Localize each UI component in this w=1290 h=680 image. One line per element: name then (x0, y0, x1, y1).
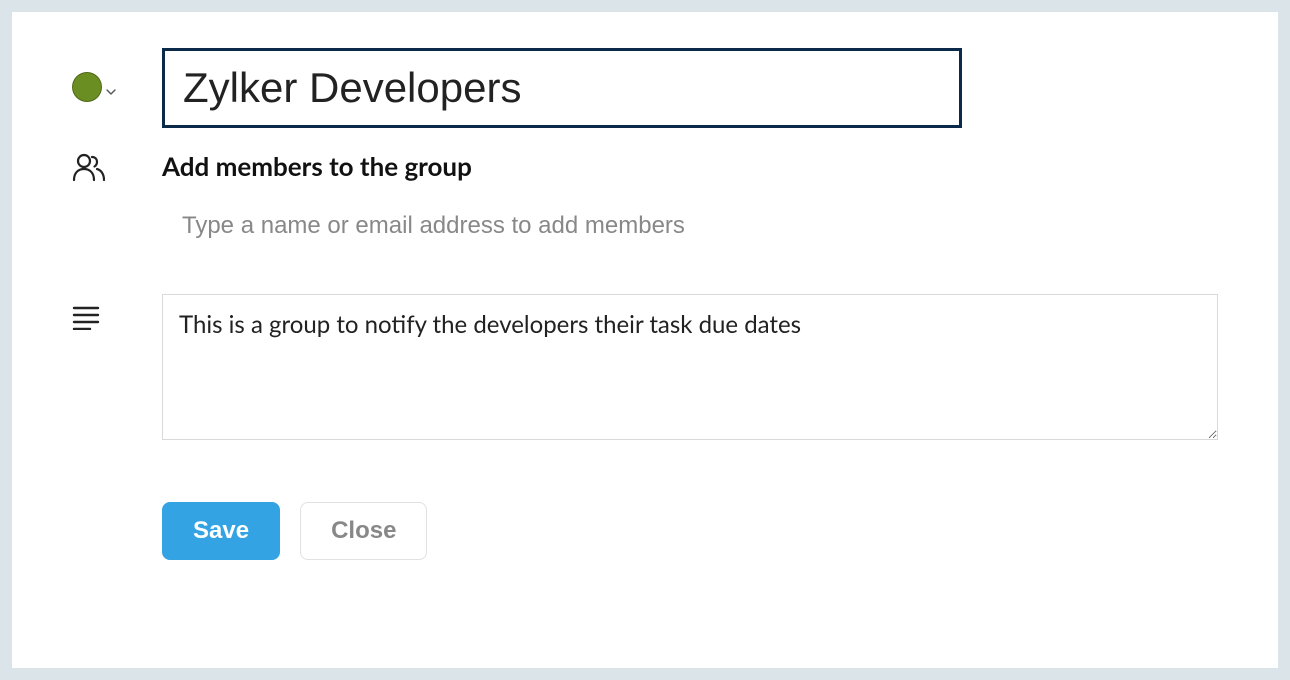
add-members-input[interactable] (162, 208, 1218, 244)
members-cell: Add members to the group (162, 150, 1218, 244)
group-name-input[interactable] (162, 48, 962, 128)
group-description-input[interactable] (162, 294, 1218, 440)
close-button[interactable]: Close (300, 502, 427, 560)
actions-row: Save Close (162, 502, 1218, 560)
title-row (72, 48, 1218, 128)
title-cell (162, 48, 1218, 128)
color-picker-cell (72, 48, 162, 102)
members-icon-cell (72, 150, 162, 186)
save-button[interactable]: Save (162, 502, 280, 560)
group-color-picker[interactable] (72, 72, 116, 102)
people-icon (72, 152, 106, 186)
members-heading: Add members to the group (162, 150, 1218, 182)
description-cell (162, 294, 1218, 444)
description-icon-cell (72, 294, 162, 334)
description-row (72, 294, 1218, 444)
group-color-swatch (72, 72, 102, 102)
description-icon (72, 304, 100, 334)
chevron-down-icon (106, 82, 116, 92)
group-edit-panel: Add members to the group Save Close (12, 12, 1278, 668)
members-row: Add members to the group (72, 150, 1218, 244)
